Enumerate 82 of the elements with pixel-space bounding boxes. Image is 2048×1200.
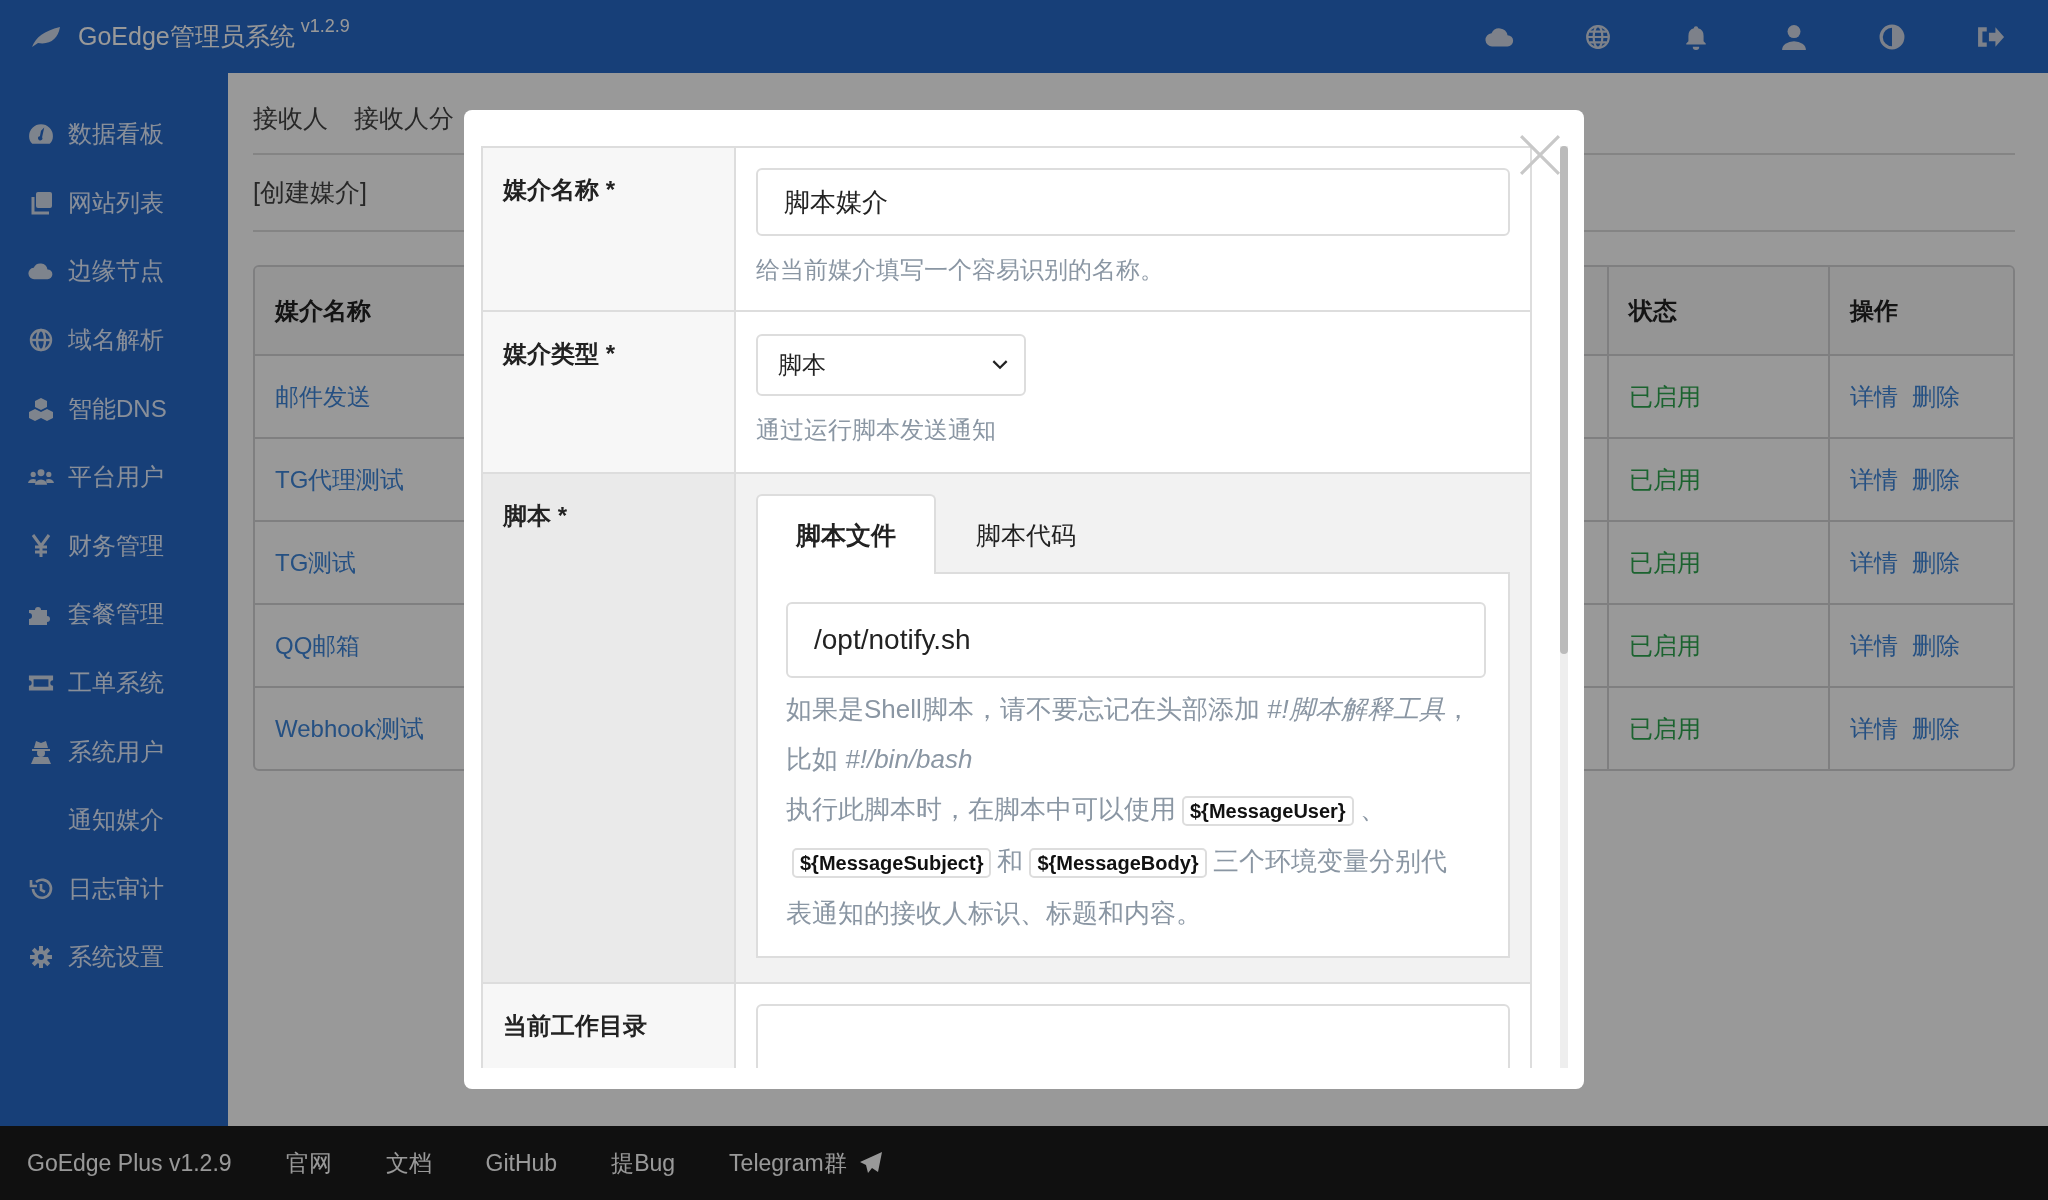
sidebar-item[interactable]: 通知媒介 — [0, 785, 228, 855]
footer-link[interactable]: 提Bug — [611, 1147, 676, 1179]
footer-link[interactable]: GitHub — [485, 1149, 558, 1177]
action-link[interactable]: 删除 — [1912, 712, 1960, 745]
sidebar-item[interactable]: 域名解析 — [0, 305, 228, 375]
action-link[interactable]: 详情 — [1850, 712, 1898, 745]
status-text: 已启用 — [1629, 630, 1701, 661]
footer-brand: GoEdge Plus v1.2.9 — [27, 1149, 232, 1177]
contrast-icon[interactable] — [1877, 23, 1907, 50]
sidebar-item[interactable]: 边缘节点 — [0, 237, 228, 306]
action-link[interactable]: 详情 — [1850, 463, 1898, 496]
script-path-field[interactable]: /opt/notify.sh — [786, 602, 1486, 678]
variable-tag: ${MessageBody} — [1029, 848, 1207, 878]
column-header: 媒介名称 — [275, 295, 371, 326]
sidebar-item[interactable]: 数据看板 — [0, 100, 228, 169]
close-icon[interactable] — [1519, 134, 1561, 176]
script-tab[interactable]: 脚本文件 — [756, 494, 936, 574]
globe-icon[interactable] — [1583, 23, 1613, 50]
field-label: 媒介类型 * — [503, 340, 615, 367]
column-header: 操作 — [1850, 295, 1898, 326]
variable-tag: ${MessageSubject} — [792, 848, 992, 878]
settings-icon — [28, 945, 54, 970]
leaf-icon — [30, 24, 62, 49]
sidebar-item[interactable]: 系统设置 — [0, 923, 228, 992]
chevron-down-icon — [992, 360, 1008, 370]
user-icon[interactable] — [1779, 23, 1809, 50]
sidebar-item[interactable]: 智能DNS — [0, 374, 228, 443]
history-icon — [28, 876, 54, 901]
input-field[interactable] — [756, 1004, 1510, 1068]
media-name-link[interactable]: TG测试 — [275, 546, 357, 579]
globe-icon — [28, 328, 54, 353]
sidebar-item[interactable]: 工单系统 — [0, 648, 228, 718]
help-text: 三个环境变量分别代 — [1212, 846, 1447, 876]
script-tab[interactable]: 脚本代码 — [936, 494, 1116, 574]
field-label: 当前工作目录 — [503, 1012, 647, 1039]
paper-plane-icon[interactable] — [858, 1151, 883, 1175]
media-name-link[interactable]: Webhook测试 — [275, 712, 424, 745]
field-label: 媒介名称 * — [503, 176, 615, 203]
app-title: GoEdge管理员系统 — [78, 21, 295, 52]
input-field[interactable]: 脚本媒介 — [756, 168, 1510, 236]
spy-icon — [28, 739, 54, 764]
help-text: 给当前媒介填写一个容易识别的名称。 — [756, 255, 1165, 285]
help-text: 、 — [1359, 794, 1386, 824]
variable-tag: ${MessageUser} — [1182, 796, 1354, 826]
action-link[interactable]: 详情 — [1850, 546, 1898, 579]
action-link[interactable]: 详情 — [1850, 629, 1898, 662]
status-text: 已启用 — [1629, 713, 1701, 744]
help-text: 和 — [997, 846, 1024, 876]
cubes-icon — [28, 396, 54, 421]
help-text: 通过运行脚本发送通知 — [756, 415, 997, 445]
create-link[interactable]: [创建媒介] — [253, 176, 367, 209]
scrollbar-thumb[interactable] — [1560, 146, 1568, 654]
action-link[interactable]: 删除 — [1912, 463, 1960, 496]
sidebar-item[interactable]: 系统用户 — [0, 717, 228, 786]
sidebar-item[interactable]: 网站列表 — [0, 168, 228, 238]
status-text: 已启用 — [1629, 464, 1701, 495]
help-text: 如果是Shell脚本，请不要忘记在头部添加 #!脚本解释工具，比如 #!/bin/bash — [786, 694, 1471, 774]
menu-tab[interactable]: 接收人 — [253, 101, 328, 135]
action-link[interactable]: 详情 — [1850, 380, 1898, 413]
status-text: 已启用 — [1629, 381, 1701, 412]
action-link[interactable]: 删除 — [1912, 546, 1960, 579]
type-dropdown[interactable]: 脚本 — [756, 334, 1026, 396]
footer-link[interactable]: Telegram群 — [729, 1147, 847, 1179]
version-label: v1.2.9 — [300, 16, 350, 37]
sidebar-item[interactable]: 财务管理 — [0, 511, 228, 581]
action-link[interactable]: 删除 — [1912, 629, 1960, 662]
media-name-link[interactable]: QQ邮箱 — [275, 629, 361, 662]
gauge-icon — [28, 122, 54, 147]
sidebar-item[interactable]: 日志审计 — [0, 854, 228, 924]
field-label: 脚本 * — [503, 502, 567, 529]
footer-link[interactable]: 官网 — [285, 1147, 332, 1179]
help-text: 表通知的接收人标识、标题和内容。 — [786, 897, 1203, 930]
sidebar-item[interactable]: 套餐管理 — [0, 580, 228, 649]
menu-tab[interactable]: 接收人分 — [354, 101, 454, 135]
action-link[interactable]: 删除 — [1912, 380, 1960, 413]
column-header: 状态 — [1629, 295, 1677, 326]
media-name-link[interactable]: TG代理测试 — [275, 463, 405, 496]
sidebar-item[interactable]: 平台用户 — [0, 442, 228, 512]
help-text: 执行此脚本时，在脚本中可以使用 — [786, 794, 1176, 824]
status-text: 已启用 — [1629, 547, 1701, 578]
footer-link[interactable]: 文档 — [385, 1147, 432, 1179]
media-name-link[interactable]: 邮件发送 — [275, 380, 371, 413]
